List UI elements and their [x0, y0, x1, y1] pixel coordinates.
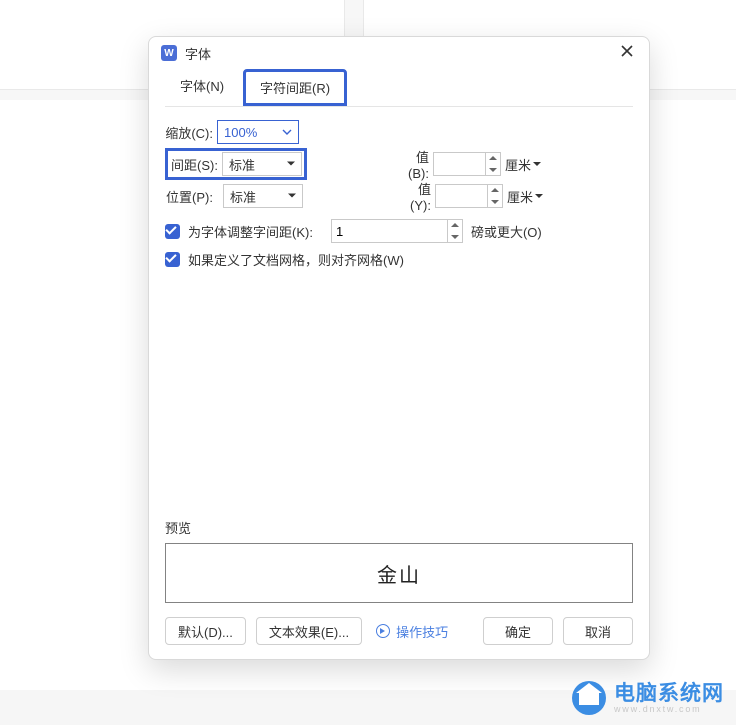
spacing-label: 间距(S): — [170, 155, 222, 174]
cancel-button[interactable]: 取消 — [563, 617, 633, 645]
play-icon — [376, 624, 390, 638]
kerning-value-input[interactable] — [331, 219, 447, 243]
position-value: 标准 — [230, 187, 256, 206]
kerning-spinner[interactable] — [331, 219, 463, 243]
preview-sample: 金山 — [377, 559, 421, 588]
chevron-down-icon — [282, 129, 292, 135]
titlebar: W 字体 — [149, 37, 649, 69]
position-combo[interactable]: 标准 — [223, 184, 303, 208]
scale-label: 缩放(C): — [165, 123, 217, 142]
position-value-label: 值(Y): — [401, 179, 435, 213]
house-icon — [572, 681, 606, 715]
dialog-title: 字体 — [185, 44, 617, 63]
app-icon: W — [161, 45, 177, 61]
preview-label: 预览 — [165, 518, 633, 537]
kerning-checkbox[interactable] — [165, 224, 180, 239]
caret-down-icon — [288, 194, 296, 199]
scale-combo[interactable]: 100% — [217, 120, 299, 144]
position-value-spinner[interactable] — [435, 184, 503, 208]
close-button[interactable] — [617, 44, 637, 63]
spinner-arrows[interactable] — [485, 152, 501, 176]
dialog-body: 缩放(C): 100% 间距(S): 标准 值(B): — [149, 107, 649, 510]
tab-bar: 字体(N) 字符间距(R) — [149, 69, 649, 106]
spinner-arrows[interactable] — [447, 219, 463, 243]
dialog-footer: 默认(D)... 文本效果(E)... 操作技巧 确定 取消 — [149, 603, 649, 659]
watermark-en: www.dnxtw.com — [614, 705, 724, 715]
caret-down-icon — [287, 162, 295, 167]
watermark: 电脑系统网 www.dnxtw.com — [572, 681, 724, 715]
kerning-label: 为字体调整字间距(K): — [188, 222, 313, 241]
tab-font[interactable]: 字体(N) — [165, 69, 239, 106]
kerning-unit: 磅或更大(O) — [471, 222, 542, 241]
spacing-combo[interactable]: 标准 — [222, 152, 302, 176]
tips-link[interactable]: 操作技巧 — [376, 622, 448, 641]
text-effects-button[interactable]: 文本效果(E)... — [256, 617, 362, 645]
spacing-value: 标准 — [229, 155, 255, 174]
caret-down-icon — [533, 162, 541, 167]
tab-char-spacing[interactable]: 字符间距(R) — [243, 69, 347, 106]
spacing-value-input[interactable] — [433, 152, 485, 176]
spacing-value-spinner[interactable] — [433, 152, 501, 176]
caret-down-icon — [535, 194, 543, 199]
position-value-unit[interactable]: 厘米 — [507, 187, 543, 206]
default-button[interactable]: 默认(D)... — [165, 617, 246, 645]
position-label: 位置(P): — [165, 187, 217, 206]
preview-box: 金山 — [165, 543, 633, 603]
spinner-arrows[interactable] — [487, 184, 503, 208]
snap-grid-label: 如果定义了文档网格，则对齐网格(W) — [188, 250, 404, 269]
font-dialog: W 字体 字体(N) 字符间距(R) 缩放(C): 100% 间距(S): 标准 — [148, 36, 650, 660]
spacing-value-label: 值(B): — [399, 147, 433, 181]
preview-section: 预览 金山 — [149, 510, 649, 603]
spacing-value-unit[interactable]: 厘米 — [505, 155, 541, 174]
watermark-cn: 电脑系统网 — [614, 682, 724, 705]
scale-value: 100% — [224, 125, 257, 140]
spacing-highlight: 间距(S): 标准 — [165, 148, 307, 180]
snap-grid-checkbox[interactable] — [165, 252, 180, 267]
position-value-input[interactable] — [435, 184, 487, 208]
ok-button[interactable]: 确定 — [483, 617, 553, 645]
